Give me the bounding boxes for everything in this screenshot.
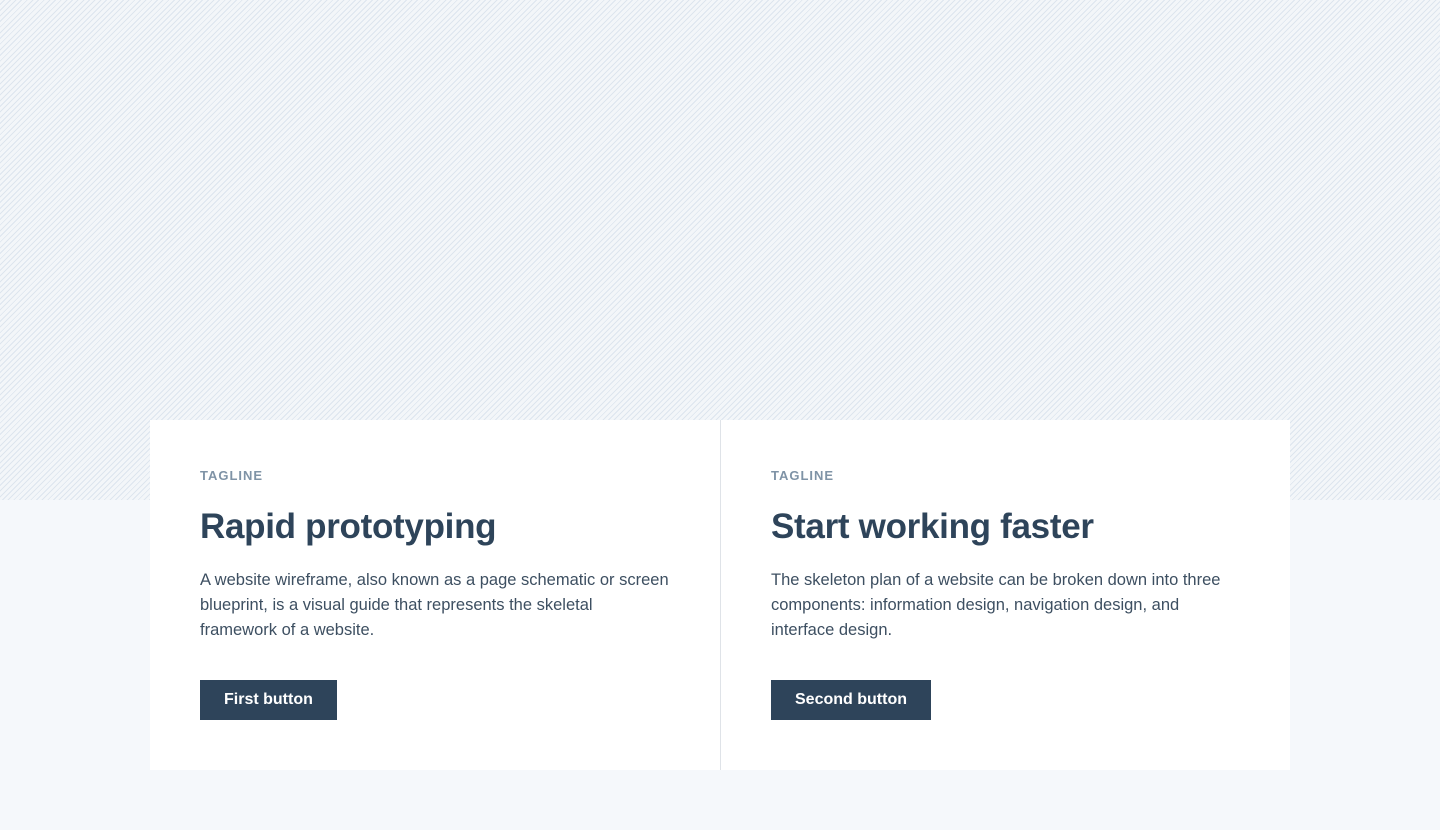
feature-cards-panel: TAGLINE Rapid prototyping A website wire… bbox=[150, 420, 1290, 770]
first-button[interactable]: First button bbox=[200, 680, 337, 720]
card-description: A website wireframe, also known as a pag… bbox=[200, 571, 669, 639]
card-title: Rapid prototyping bbox=[200, 507, 497, 546]
feature-card-start-working-faster: TAGLINE Start working faster The skeleto… bbox=[720, 420, 1290, 770]
second-button[interactable]: Second button bbox=[771, 680, 931, 720]
card-tagline: TAGLINE bbox=[200, 468, 264, 483]
card-title: Start working faster bbox=[771, 507, 1094, 546]
card-description: The skeleton plan of a website can be br… bbox=[771, 571, 1221, 639]
feature-card-rapid-prototyping: TAGLINE Rapid prototyping A website wire… bbox=[150, 420, 720, 770]
card-tagline: TAGLINE bbox=[771, 468, 835, 483]
